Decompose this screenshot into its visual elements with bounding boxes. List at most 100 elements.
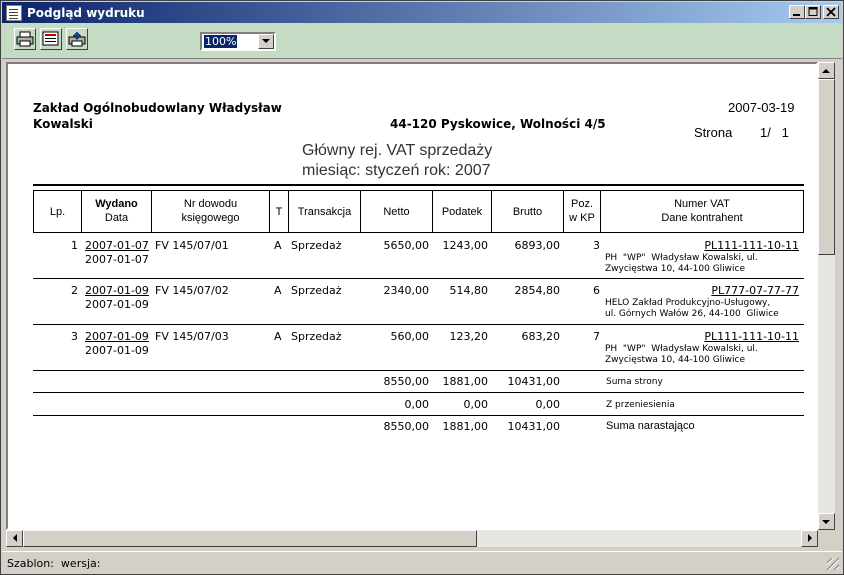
row-netto: 560,00 [390,330,430,343]
row-lp: 2 [71,284,78,297]
company-address: 44-120 Pyskowice, Wolności 4/5 [390,117,606,131]
row-t: A [274,239,282,252]
arrow-right-icon [807,534,812,542]
printer-export-icon [68,31,86,47]
maximize-icon [808,7,818,16]
header-brutto: Brutto [512,206,543,218]
row-t: A [274,284,282,297]
print-setup-button[interactable] [40,28,62,50]
close-button[interactable] [823,5,839,19]
report-date: 2007-03-19 [728,100,795,115]
row-lp: 1 [71,239,78,252]
row-brutto: 2854,80 [514,284,561,297]
window-title: Podgląd wydruku [27,5,145,20]
row-kontrahent-line2: Zwycięstwa 10, 44-100 Gliwice [605,264,746,274]
header-numer-vat: Numer VAT [674,198,730,210]
row-brutto: 683,20 [521,330,561,343]
horizontal-scrollbar[interactable] [6,530,818,547]
total-netto: 8550,00 [383,375,430,388]
row-netto: 5650,00 [383,239,430,252]
export-button[interactable] [66,28,88,50]
chevron-down-icon [261,38,270,43]
zoom-dropdown-button[interactable] [258,34,274,49]
row-netto: 2340,00 [383,284,430,297]
minimize-icon [793,14,800,16]
header-bottom-line [33,232,804,233]
vertical-scrollbar[interactable] [818,62,835,530]
row-podatek: 123,20 [449,330,489,343]
row-lp: 3 [71,330,78,343]
header-t: T [275,206,283,218]
row-separator [33,392,804,393]
total-label: Z przeniesienia [606,400,675,410]
header-transakcja: Transakcja [297,206,352,218]
total-netto: 0,00 [404,398,430,411]
window-controls [789,5,839,19]
row-podatek: 514,80 [449,284,489,297]
company-name-line1: Zakład Ogólnobudowlany Władysław [33,101,282,115]
horizontal-scroll-thumb[interactable] [23,530,477,547]
document-icon [6,4,22,21]
row-podatek: 1243,00 [442,239,489,252]
scroll-right-button[interactable] [801,530,818,547]
preview-area: Zakład Ogólnobudowlany Władysław Kowalsk… [6,62,818,530]
zoom-value: 100% [204,35,238,48]
row-numer-vat[interactable]: PL111-111-10-11 [601,239,799,252]
row-data: 2007-01-09 [85,344,149,357]
row-separator [33,415,804,416]
total-brutto: 0,00 [535,398,561,411]
report-subtitle: miesiąc: styczeń rok: 2007 [302,162,491,179]
row-kontrahent-line2: ul. Górnych Wałów 26, 44-100 Gliwice [605,309,779,319]
row-separator [33,278,804,279]
printer-settings-icon [42,31,59,46]
row-separator [33,324,804,325]
zoom-select[interactable]: 100% [200,32,276,51]
total-label: Suma narastająco [606,420,695,432]
row-wydano[interactable]: 2007-01-07 [85,239,149,252]
toolbar: 100% [2,23,842,59]
page-number: 1/ 1 [760,125,789,140]
arrow-down-icon [822,519,830,524]
arrow-left-icon [12,534,17,542]
arrow-up-icon [822,68,830,73]
header-netto: Netto [383,206,410,218]
row-numer-vat[interactable]: PL777-07-77-77 [601,284,799,297]
total-brutto: 10431,00 [507,375,561,388]
printer-icon [16,31,34,47]
row-wydano[interactable]: 2007-01-09 [85,330,149,343]
scroll-down-button[interactable] [818,513,835,530]
status-text: Szablon: wersja: [7,557,101,570]
report-page: Zakład Ogólnobudowlany Władysław Kowalsk… [8,64,816,528]
row-separator [33,370,804,371]
close-icon [826,7,836,17]
header-wydano: Wydano [95,198,138,210]
scroll-left-button[interactable] [6,530,23,547]
row-wydano[interactable]: 2007-01-09 [85,284,149,297]
vertical-scroll-thumb[interactable] [818,79,835,255]
col-divider [803,190,804,233]
minimize-button[interactable] [789,5,805,19]
header-wkp: w KP [569,212,595,224]
total-brutto: 10431,00 [507,420,561,433]
scroll-corner [818,530,835,547]
row-kontrahent-line2: Zwycięstwa 10, 44-100 Gliwice [605,355,746,365]
total-podatek: 1881,00 [442,375,489,388]
row-t: A [274,330,282,343]
header-dane-kontrahent: Dane kontrahent [661,212,743,224]
header-nr-dowodu: Nr dowodu [183,198,238,210]
maximize-button[interactable] [805,5,821,19]
row-numer-vat[interactable]: PL111-111-10-11 [601,330,799,343]
total-podatek: 0,00 [463,398,489,411]
row-transakcja: Sprzedaż [291,330,342,343]
row-nr-dowodu: FV 145/07/01 [155,239,229,252]
title-bar[interactable]: Podgląd wydruku [2,2,842,23]
print-button[interactable] [14,28,36,50]
resize-grip-icon[interactable] [827,558,839,570]
row-data: 2007-01-07 [85,253,149,266]
report-title: Główny rej. VAT sprzedaży [302,142,493,159]
scroll-up-button[interactable] [818,62,835,79]
header-lp: Lp. [49,206,66,218]
header-top-line [33,190,804,191]
print-preview-window: Podgląd wydruku 100% Zakład Ogólnobudowl… [0,0,844,575]
header-ksiegowego: księgowego [181,212,240,224]
